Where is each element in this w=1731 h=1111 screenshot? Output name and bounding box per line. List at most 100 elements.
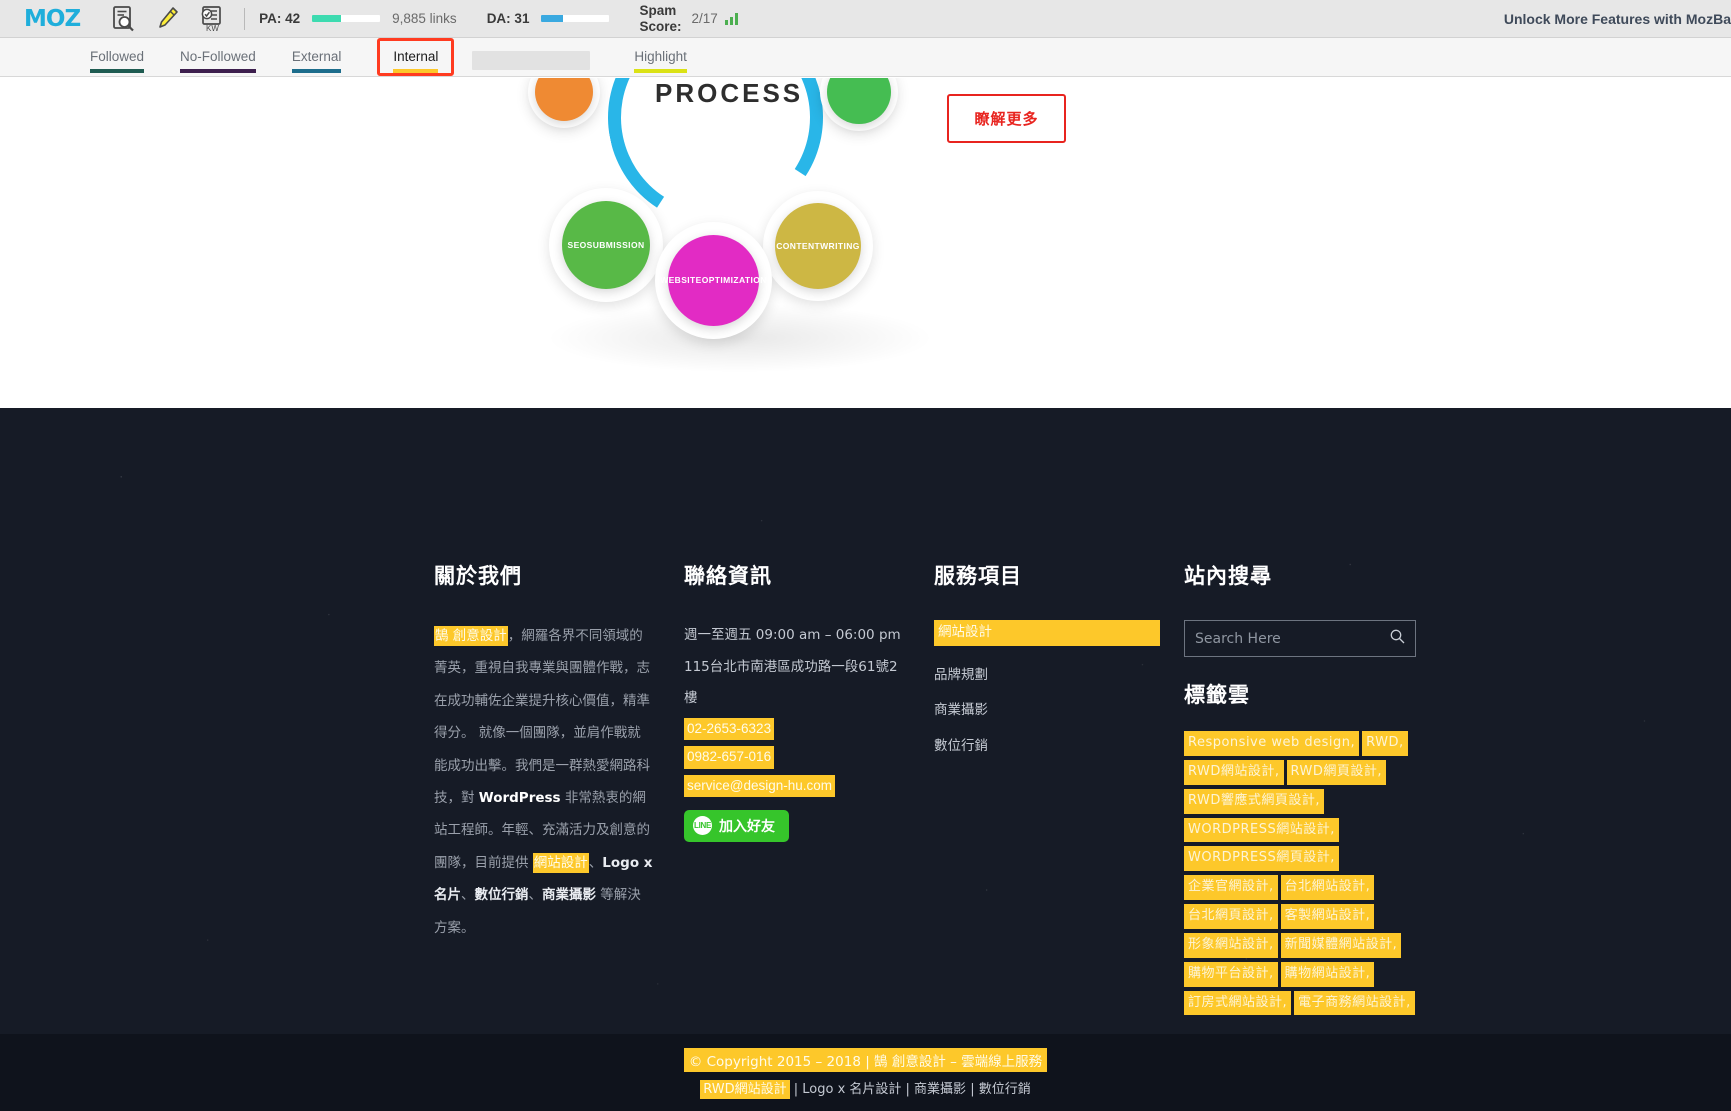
about-webdesign-link[interactable]: 網站設計 <box>532 852 589 873</box>
learn-more-button[interactable]: 瞭解更多 <box>947 94 1066 143</box>
search-title: 站內搜尋 <box>1184 564 1272 588</box>
about-body: 鵠 創意設計，網羅各界不同領域的菁英，重視自我專業與團體作戰，志在成功輔佐企業提… <box>434 620 654 944</box>
footer-col-about: 關於我們 鵠 創意設計，網羅各界不同領域的菁英，重視自我專業與團體作戰，志在成功… <box>434 408 684 1034</box>
subnav-item-external[interactable]: External <box>291 38 342 73</box>
tag-item[interactable]: RWD網站設計, <box>1184 759 1284 785</box>
footer-col-services: 服務項目 網站設計 品牌規劃 商業攝影 數位行銷 <box>934 408 1184 1034</box>
about-digital-marketing: 數位行銷 <box>474 887 529 904</box>
copyright-line-2: RWD網站設計 | Logo x 名片設計 | 商業攝影 | 數位行銷 <box>700 1078 1031 1099</box>
about-wordpress: WordPress <box>478 789 561 806</box>
tag-item[interactable]: 購物網站設計, <box>1280 961 1375 987</box>
subnav-swatch-internal <box>393 69 439 73</box>
bubble-content-writing[interactable]: CONTENT WRITING <box>775 203 861 289</box>
links-count: 9,885 links <box>392 11 457 26</box>
copyright-rwd-link[interactable]: RWD網站設計 <box>700 1080 790 1099</box>
contact-title: 聯絡資訊 <box>684 564 772 588</box>
bubble-website-optimization[interactable]: WEBSITE OPTIMIZATION <box>660 235 766 326</box>
service-item-branding[interactable]: 品牌規劃 <box>934 658 1154 694</box>
subnav-swatch-external <box>291 69 342 73</box>
search-box[interactable] <box>1184 620 1416 657</box>
tag-item[interactable]: RWD網頁設計, <box>1286 759 1387 785</box>
svg-text:KW: KW <box>206 24 219 32</box>
footer-col-contact: 聯絡資訊 週一至週五 09:00 am – 06:00 pm 115台北市南港區… <box>684 408 934 1034</box>
spam-score-bars <box>724 12 738 25</box>
subnav-item-followed[interactable]: Followed <box>90 38 145 73</box>
copyright-line-1: © Copyright 2015 – 2018 | 鵠 創意設計 – 雲端線上服… <box>683 1048 1048 1072</box>
subnav-item-highlight[interactable]: Highlight <box>634 38 687 73</box>
service-item-photography[interactable]: 商業攝影 <box>934 693 1154 729</box>
pa-label: PA: 42 <box>259 11 301 26</box>
line-add-friend-button[interactable]: LINE 加入好友 <box>684 809 789 842</box>
tag-cloud: Responsive web design, RWD, RWD網站設計, RWD網頁設… <box>1184 731 1416 1016</box>
tag-item[interactable]: 客製網站設計, <box>1280 904 1375 929</box>
tag-item[interactable]: 購物平台設計, <box>1184 961 1278 987</box>
contact-address: 115台北市南港區成功路一段61號2樓 <box>684 658 898 707</box>
da-label: DA: 31 <box>486 11 530 26</box>
unlock-features-cta[interactable]: Unlock More Features with MozBa <box>1504 11 1731 27</box>
subnav-label-external: External <box>291 49 342 64</box>
tag-item[interactable]: 電子商務網站設計, <box>1294 990 1415 1016</box>
moz-subnav-bar: Followed No-Followed External Internal H… <box>0 38 1731 77</box>
subnav-swatch-followed <box>90 69 145 73</box>
contact-hours: 週一至週五 09:00 am – 06:00 pm <box>684 627 901 643</box>
tag-item[interactable]: WORDPRESS網頁設計, <box>1184 846 1339 872</box>
moz-logo[interactable]: MOZ <box>24 6 81 32</box>
search-icon[interactable] <box>1390 629 1405 649</box>
subnav-label-internal: Internal <box>393 49 439 64</box>
subnav-swatch-no-followed <box>180 69 256 73</box>
service-item-digital-marketing[interactable]: 數位行銷 <box>934 729 1154 765</box>
about-text-5: 、 <box>528 887 543 904</box>
about-text-4: 、 <box>461 887 475 904</box>
page-analysis-icon[interactable] <box>110 5 138 33</box>
contact-phone[interactable]: 02-2653-6323 <box>684 718 775 741</box>
tag-item[interactable]: RWD響應式網頁設計, <box>1184 788 1325 814</box>
site-footer: 關於我們 鵠 創意設計，網羅各界不同領域的菁英，重視自我專業與團體作戰，志在成功… <box>0 408 1731 1034</box>
highlighter-icon[interactable] <box>154 5 182 33</box>
page-content: PROCESS SEO SUBMISSION CONTENT WRITING WEB… <box>0 78 1731 1111</box>
tag-item[interactable]: 企業官網設計, <box>1184 875 1278 901</box>
subnav-blank-field[interactable] <box>472 51 591 70</box>
about-brand-link[interactable]: 鵠 創意設計 <box>434 626 508 646</box>
about-title: 關於我們 <box>434 564 522 588</box>
copyright-services-text: | Logo x 名片設計 | 商業攝影 | 數位行銷 <box>789 1082 1031 1097</box>
tag-item[interactable]: Responsive web design, <box>1184 731 1360 756</box>
spam-score-value: 2/17 <box>691 11 718 26</box>
toolbar-divider <box>244 7 246 30</box>
learn-more-label: 瞭解更多 <box>974 111 1039 128</box>
subnav-item-no-followed[interactable]: No-Followed <box>180 38 256 73</box>
services-title: 服務項目 <box>934 564 1022 588</box>
about-text-3: 、 <box>588 854 603 871</box>
pa-bar <box>312 15 381 22</box>
tag-item[interactable]: 新聞媒體網站設計, <box>1280 932 1402 958</box>
tag-item[interactable]: 訂房式網站設計, <box>1184 990 1292 1016</box>
tag-item[interactable]: RWD, <box>1362 731 1408 756</box>
process-title: PROCESS <box>655 78 804 108</box>
moz-subnav: Followed No-Followed External Internal H… <box>0 38 1731 76</box>
contact-email[interactable]: service@design-hu.com <box>684 774 836 797</box>
tag-item[interactable]: 形象網站設計, <box>1184 932 1278 958</box>
da-bar <box>541 15 610 22</box>
line-button-label: 加入好友 <box>719 817 775 834</box>
subnav-swatch-highlight <box>634 69 687 73</box>
tag-item[interactable]: WORDPRESS網站設計, <box>1184 817 1339 843</box>
copyright-bar: © Copyright 2015 – 2018 | 鵠 創意設計 – 雲端線上服… <box>0 1034 1731 1111</box>
search-input[interactable] <box>1195 630 1390 647</box>
contact-mobile[interactable]: 0982-657-016 <box>684 746 775 769</box>
subnav-label-highlight: Highlight <box>634 49 687 64</box>
line-icon: LINE <box>693 816 712 836</box>
spam-label-line2: Score: <box>639 18 682 34</box>
spam-label-line1: Spam <box>639 3 677 19</box>
service-item-web-design[interactable]: 網站設計 <box>934 620 1160 646</box>
hero-section: PROCESS SEO SUBMISSION CONTENT WRITING WEB… <box>0 78 1731 408</box>
tagcloud-title: 標籤雲 <box>1184 683 1250 707</box>
subnav-item-internal[interactable]: Internal <box>377 38 455 76</box>
keyword-icon[interactable]: KW <box>198 5 226 33</box>
tag-item[interactable]: 台北網站設計, <box>1280 875 1375 901</box>
tag-item[interactable]: 台北網頁設計, <box>1184 904 1278 929</box>
footer-col-search: 站內搜尋 標籤雲 Responsive web design,RWD, RWD網站… <box>1184 408 1434 1034</box>
bubble-seo-submission[interactable]: SEO SUBMISSION <box>562 201 650 289</box>
moz-toolbar: MOZ KW PA: 42 9,885 links DA: 31 Spam Sc… <box>0 0 1731 38</box>
spam-score-label: Spam Score: <box>639 3 681 33</box>
subnav-label-no-followed: No-Followed <box>180 49 256 64</box>
about-text-1: ，網羅各界不同領域的菁英，重視自我專業與團體作戰，志在成功輔佐企業提升核心價值，… <box>434 628 650 806</box>
